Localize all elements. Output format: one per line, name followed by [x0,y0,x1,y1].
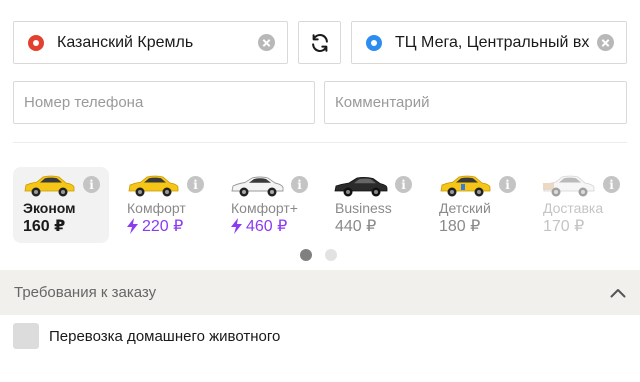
to-point-icon [366,34,382,51]
tariff-card-child[interactable]: i Детский 180 ₽ [429,167,525,243]
economy-car-icon [24,175,75,197]
info-icon[interactable]: i [499,176,516,193]
info-icon[interactable]: i [83,176,100,193]
tariff-name: Доставка [543,200,604,216]
info-icon[interactable]: i [395,176,412,193]
tariff-price: 460 ₽ [231,216,287,236]
requirement-option[interactable]: Перевозка домашнего животного [13,323,280,349]
tariff-name: Комфорт [127,200,186,216]
requirements-header[interactable]: Требования к заказу [0,270,640,315]
tariff-price: 220 ₽ [127,216,183,236]
tariff-price: 440 ₽ [335,218,377,235]
to-address-text: ТЦ Мега, Центральный вхо [395,33,589,51]
phone-field-wrapper [13,81,315,124]
swap-route-button[interactable] [298,21,341,64]
tariff-list: i Эконом 160 ₽ i Комфорт 220 ₽ i Комфорт… [13,167,633,243]
tariff-name: Детский [439,200,491,216]
divider [13,142,627,143]
from-address-field[interactable]: Казанский Кремль [13,21,288,64]
tariff-price: 160 ₽ [23,218,66,235]
tariff-price: 180 ₽ [439,218,481,235]
pet-checkbox[interactable] [13,323,39,349]
business-car-icon [334,176,388,197]
comfort-plus-car-icon [231,176,284,197]
clear-from-icon[interactable] [258,34,275,51]
info-icon[interactable]: i [603,176,620,193]
tariff-card-comfort[interactable]: i Комфорт 220 ₽ [117,167,213,243]
pager-dot-2[interactable] [325,249,337,261]
requirement-label: Перевозка домашнего животного [49,327,281,345]
comment-input[interactable] [325,82,626,123]
tariff-name: Эконом [23,200,76,216]
tariff-name: Комфорт+ [231,200,298,216]
from-address-text: Казанский Кремль [57,33,194,51]
requirements-title: Требования к заказу [14,284,157,301]
tariff-card-econom[interactable]: i Эконом 160 ₽ [13,167,109,243]
phone-input[interactable] [14,82,314,123]
tariff-card-delivery[interactable]: i Доставка 170 ₽ [533,167,629,243]
tariff-card-business[interactable]: i Business 440 ₽ [325,167,421,243]
info-icon[interactable]: i [187,176,204,193]
tariff-pager [300,249,337,261]
lightning-icon [231,218,242,234]
swap-icon [311,33,328,52]
clear-to-icon[interactable] [597,34,614,51]
tariff-price: 170 ₽ [543,218,585,235]
tariff-card-comfort-plus[interactable]: i Комфорт+ 460 ₽ [221,167,317,243]
comfort-car-icon [128,175,179,197]
chevron-up-icon[interactable] [610,288,626,298]
lightning-icon [127,218,138,234]
comment-field-wrapper [324,81,627,124]
child-car-icon [440,175,491,197]
pager-dot-1[interactable] [300,249,312,261]
to-address-field[interactable]: ТЦ Мега, Центральный вхо [351,21,627,64]
delivery-car-icon [543,175,595,197]
tariff-name: Business [335,200,392,216]
from-point-icon [28,34,44,51]
info-icon[interactable]: i [291,176,308,193]
